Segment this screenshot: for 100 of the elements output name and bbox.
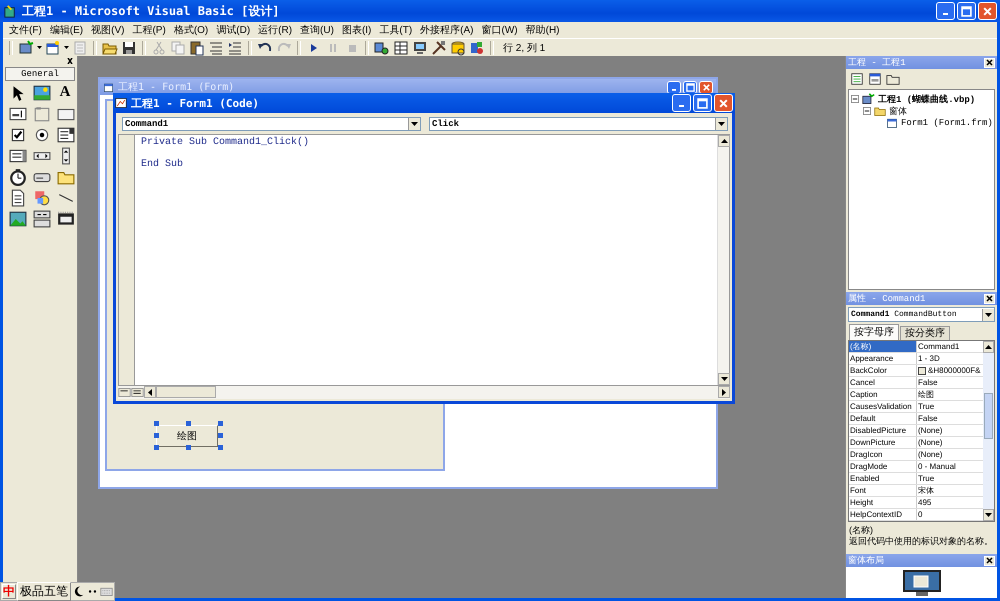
toolbox-tab[interactable]: General <box>5 67 75 81</box>
close-button[interactable] <box>984 556 995 566</box>
maximize-button[interactable] <box>693 94 712 112</box>
menu-item[interactable]: 文件(F) <box>5 23 46 37</box>
timer-icon[interactable] <box>9 168 27 186</box>
scroll-down-button[interactable] <box>718 373 730 385</box>
close-button[interactable] <box>984 58 995 68</box>
command-button[interactable]: 绘图 <box>156 425 218 447</box>
dropdown-button[interactable] <box>982 308 994 320</box>
property-name[interactable]: Cancel <box>849 377 917 388</box>
maximize-button[interactable] <box>957 2 976 20</box>
tab[interactable]: 按字母序 <box>849 324 899 340</box>
property-value[interactable]: 绘图 <box>917 389 983 400</box>
image-icon[interactable] <box>9 210 27 228</box>
menu-item[interactable]: 运行(R) <box>254 23 296 37</box>
property-value[interactable]: 宋体 <box>917 485 983 496</box>
property-value[interactable]: False <box>917 377 983 388</box>
menu-item[interactable]: 调试(D) <box>212 23 254 37</box>
label-tool[interactable]: A <box>57 84 73 102</box>
input-mode-button[interactable]: 中 <box>2 584 16 599</box>
menu-item[interactable]: 工具(T) <box>375 23 416 37</box>
menu-item[interactable]: 查询(U) <box>296 23 338 37</box>
menu-item[interactable]: 视图(V) <box>87 23 128 37</box>
tools-icon[interactable] <box>431 40 447 56</box>
procedure-view-icon[interactable] <box>118 386 131 399</box>
menu-item[interactable]: 工程(P) <box>128 23 170 37</box>
property-value[interactable]: Command1 <box>917 341 983 352</box>
property-value[interactable]: 1 - 3D <box>917 353 983 364</box>
property-value[interactable]: True <box>917 401 983 412</box>
add-form-icon[interactable] <box>45 40 61 56</box>
scrollbar-thumb[interactable] <box>984 393 993 439</box>
scroll-right-button[interactable] <box>718 386 730 398</box>
property-value[interactable]: 0 - Manual <box>917 461 983 472</box>
property-name[interactable]: (名称) <box>849 341 917 352</box>
resize-handle[interactable] <box>186 421 191 426</box>
minimize-button[interactable] <box>936 2 955 20</box>
combobox-icon[interactable] <box>57 126 75 144</box>
moon-icon[interactable] <box>72 585 85 598</box>
resize-handle[interactable] <box>154 445 159 450</box>
file-icon[interactable] <box>9 189 27 207</box>
tree-item[interactable]: Form1 (Form1.frm) <box>901 118 993 128</box>
property-name[interactable]: CausesValidation <box>849 401 917 412</box>
menu-item[interactable]: 编辑(E) <box>46 23 88 37</box>
scrollbar-thumb[interactable] <box>156 386 216 398</box>
scroll-up-button[interactable] <box>718 135 730 147</box>
property-name[interactable]: DownPicture <box>849 437 917 448</box>
tree-item[interactable]: 工程1 (蝴蝶曲线.vbp) <box>878 92 976 106</box>
data-view-icon[interactable] <box>450 40 466 56</box>
menu-item[interactable]: 图表(I) <box>338 23 376 37</box>
input-method-name[interactable]: 极品五笔 <box>17 582 71 601</box>
property-name[interactable]: Font <box>849 485 917 496</box>
tree-item[interactable]: 窗体 <box>889 104 907 118</box>
property-name[interactable]: BackColor <box>849 365 917 376</box>
maximize-button[interactable] <box>683 80 697 94</box>
property-name[interactable]: HelpContextID <box>849 509 917 520</box>
scroll-down-button[interactable] <box>983 509 994 521</box>
object-dropdown[interactable]: Command1 <box>122 117 421 131</box>
property-value[interactable]: (None) <box>917 437 983 448</box>
menu-item[interactable]: 帮助(H) <box>522 23 564 37</box>
paste-icon[interactable] <box>189 40 205 56</box>
property-name[interactable]: Appearance <box>849 353 917 364</box>
toggle-folders-icon[interactable] <box>886 72 900 86</box>
property-name[interactable]: Enabled <box>849 473 917 484</box>
property-name[interactable]: DragMode <box>849 461 917 472</box>
property-value[interactable]: 0 <box>917 509 983 520</box>
property-value[interactable]: &H8000000F& <box>917 365 983 376</box>
component-manager-icon[interactable] <box>469 40 485 56</box>
save-icon[interactable] <box>121 40 137 56</box>
menu-item[interactable]: 窗口(W) <box>478 23 522 37</box>
resize-handle[interactable] <box>218 445 223 450</box>
property-name[interactable]: DragIcon <box>849 449 917 460</box>
dropdown-button[interactable] <box>408 118 420 130</box>
close-icon[interactable] <box>65 58 75 64</box>
minimize-button[interactable] <box>667 80 681 94</box>
lines-icon[interactable] <box>208 40 224 56</box>
property-value[interactable]: (None) <box>917 449 983 460</box>
radio-button-icon[interactable] <box>33 126 51 144</box>
property-value[interactable]: True <box>917 473 983 484</box>
resize-handle[interactable] <box>186 445 191 450</box>
shapes-icon[interactable] <box>33 189 51 207</box>
menu-item[interactable]: 外接程序(A) <box>416 23 478 37</box>
scroll-up-button[interactable] <box>983 341 994 353</box>
data-control-icon[interactable] <box>33 210 51 228</box>
dropdown-arrow-icon[interactable] <box>64 46 69 50</box>
minimize-button[interactable] <box>672 94 691 112</box>
procedure-dropdown[interactable]: Click <box>429 117 728 131</box>
collapse-icon[interactable] <box>863 107 871 115</box>
scroll-left-button[interactable] <box>144 386 156 398</box>
property-name[interactable]: DisabledPicture <box>849 425 917 436</box>
module-view-icon[interactable] <box>131 386 144 399</box>
dropdown-button[interactable] <box>715 118 727 130</box>
menu-item[interactable]: 格式(O) <box>170 23 212 37</box>
checkbox-icon[interactable] <box>9 126 27 144</box>
view-code-icon[interactable] <box>850 72 864 86</box>
dropdown-arrow-icon[interactable] <box>37 46 42 50</box>
close-button[interactable] <box>984 294 995 304</box>
view-object-icon[interactable] <box>868 72 882 86</box>
property-name[interactable]: Height <box>849 497 917 508</box>
property-value[interactable]: False <box>917 413 983 424</box>
tab[interactable]: 按分类序 <box>900 326 950 340</box>
